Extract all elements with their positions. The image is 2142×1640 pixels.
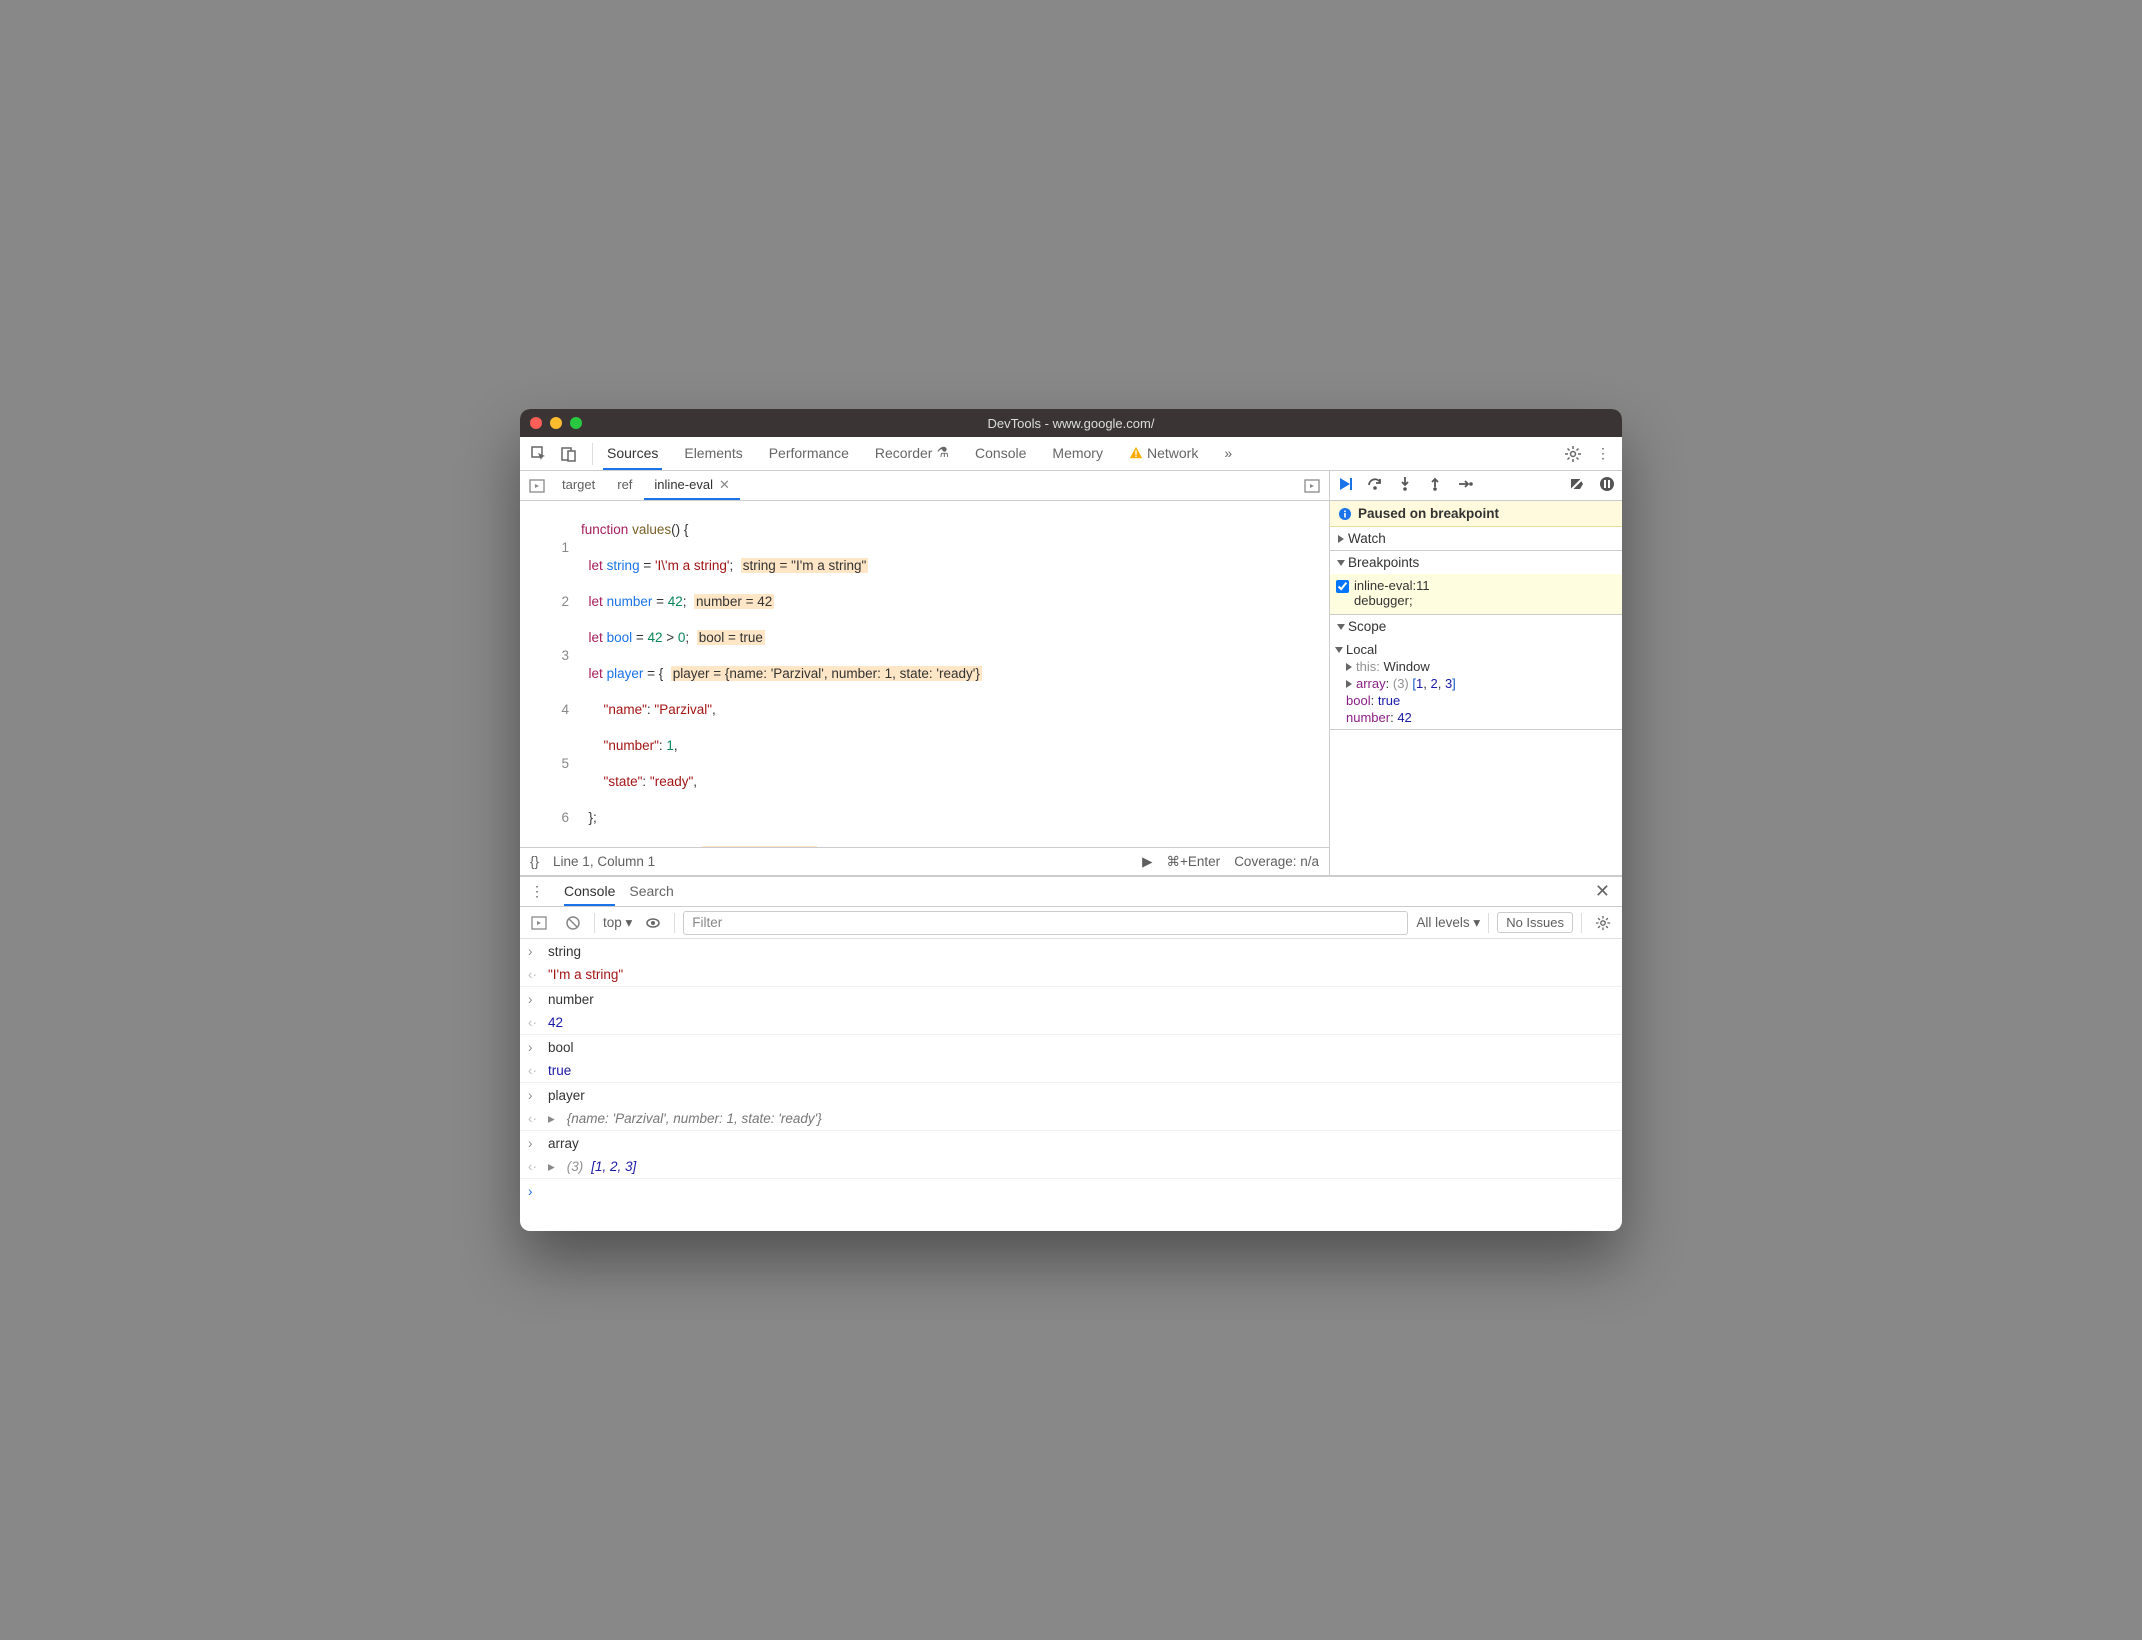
- code-content[interactable]: function values() { let string = 'I\'m a…: [577, 501, 1329, 847]
- scope-array[interactable]: array: (3) [1, 2, 3]: [1336, 675, 1616, 692]
- window-title: DevTools - www.google.com/: [520, 416, 1622, 431]
- warning-icon: [1129, 446, 1143, 460]
- breakpoint-item[interactable]: inline-eval:11 debugger;: [1330, 574, 1622, 614]
- main-toolbar: Sources Elements Performance Recorder⚗ C…: [520, 437, 1622, 471]
- run-icon[interactable]: ▶: [1142, 854, 1152, 870]
- source-tabs: target ref inline-eval✕: [520, 471, 1329, 501]
- scope-bool: bool: true: [1336, 692, 1616, 709]
- breakpoint-checkbox[interactable]: [1336, 580, 1349, 593]
- console-filter-input[interactable]: Filter: [683, 911, 1408, 935]
- console-sidebar-icon[interactable]: [526, 910, 552, 936]
- console-settings-icon[interactable]: [1590, 910, 1616, 936]
- console-toolbar: top ▾ Filter All levels ▾ No Issues: [520, 907, 1622, 939]
- tab-elements[interactable]: Elements: [680, 437, 746, 470]
- tab-memory[interactable]: Memory: [1048, 437, 1107, 470]
- braces-icon[interactable]: {}: [530, 854, 539, 869]
- paused-banner: Paused on breakpoint: [1330, 501, 1622, 527]
- editor-statusbar: {} Line 1, Column 1 ▶ ⌘+Enter Coverage: …: [520, 847, 1329, 875]
- scope-section-header[interactable]: Scope: [1330, 615, 1622, 638]
- code-editor[interactable]: 1 2 3 4 5 6 7 8 9 10 11 12 13 14: [520, 501, 1329, 847]
- cursor-position: Line 1, Column 1: [553, 854, 655, 869]
- device-toggle-icon[interactable]: [556, 441, 582, 467]
- drawer-close-icon[interactable]: ✕: [1595, 881, 1610, 902]
- close-tab-icon[interactable]: ✕: [719, 477, 730, 493]
- tab-performance[interactable]: Performance: [765, 437, 853, 470]
- devtools-window: DevTools - www.google.com/ Sources Eleme…: [520, 409, 1622, 1231]
- inspect-element-icon[interactable]: [526, 441, 552, 467]
- more-menu-icon[interactable]: ⋮: [1590, 441, 1616, 467]
- step-into-icon[interactable]: [1396, 475, 1414, 496]
- panel-tabs: Sources Elements Performance Recorder⚗ C…: [603, 437, 1236, 470]
- tab-console[interactable]: Console: [971, 437, 1030, 470]
- step-out-icon[interactable]: [1426, 475, 1444, 496]
- step-over-icon[interactable]: [1366, 475, 1384, 496]
- pause-exceptions-icon[interactable]: [1598, 475, 1616, 496]
- step-icon[interactable]: [1456, 475, 1474, 496]
- run-shortcut: ⌘+Enter: [1167, 854, 1221, 870]
- drawer-tabs: ⋮ Console Search ✕: [520, 877, 1622, 907]
- console-output[interactable]: ›string ‹·"I'm a string" ›number ‹·42 ›b…: [520, 939, 1622, 1231]
- settings-gear-icon[interactable]: [1560, 441, 1586, 467]
- more-files-icon[interactable]: [1299, 473, 1325, 499]
- scope-body: Local this: Window array: (3) [1, 2, 3] …: [1330, 638, 1622, 729]
- watch-section-header[interactable]: Watch: [1330, 527, 1622, 550]
- live-expression-icon[interactable]: [640, 910, 666, 936]
- drawer-menu-icon[interactable]: ⋮: [524, 879, 550, 905]
- debugger-toolbar: [1330, 471, 1622, 501]
- line-gutter[interactable]: 1 2 3 4 5 6 7 8 9 10 11 12 13 14: [520, 501, 577, 847]
- log-level-selector[interactable]: All levels ▾: [1416, 915, 1480, 931]
- deactivate-breakpoints-icon[interactable]: [1568, 475, 1586, 496]
- info-icon: [1338, 507, 1352, 521]
- context-selector[interactable]: top ▾: [603, 915, 632, 931]
- clear-console-icon[interactable]: [560, 910, 586, 936]
- console-drawer: ⋮ Console Search ✕ top ▾ Filter All leve…: [520, 876, 1622, 1231]
- file-tab-ref[interactable]: ref: [607, 471, 642, 500]
- flask-icon: ⚗: [936, 444, 949, 461]
- console-prompt[interactable]: ›: [520, 1179, 1622, 1203]
- titlebar: DevTools - www.google.com/: [520, 409, 1622, 437]
- scope-number: number: 42: [1336, 709, 1616, 726]
- resume-icon[interactable]: [1336, 475, 1354, 496]
- issues-button[interactable]: No Issues: [1497, 912, 1573, 933]
- drawer-tab-search[interactable]: Search: [629, 877, 673, 906]
- coverage-status: Coverage: n/a: [1234, 854, 1319, 869]
- tab-network[interactable]: Network: [1125, 437, 1202, 470]
- tab-sources[interactable]: Sources: [603, 437, 662, 470]
- drawer-tab-console[interactable]: Console: [564, 877, 615, 906]
- file-tab-target[interactable]: target: [552, 471, 605, 500]
- breakpoints-section-header[interactable]: Breakpoints: [1330, 551, 1622, 574]
- more-tabs-icon[interactable]: »: [1220, 437, 1236, 470]
- file-tab-inline-eval[interactable]: inline-eval✕: [644, 471, 739, 500]
- debugger-sidebar: Paused on breakpoint Watch Breakpoints i…: [1330, 471, 1622, 875]
- tab-recorder[interactable]: Recorder⚗: [871, 437, 953, 470]
- navigator-toggle-icon[interactable]: [524, 473, 550, 499]
